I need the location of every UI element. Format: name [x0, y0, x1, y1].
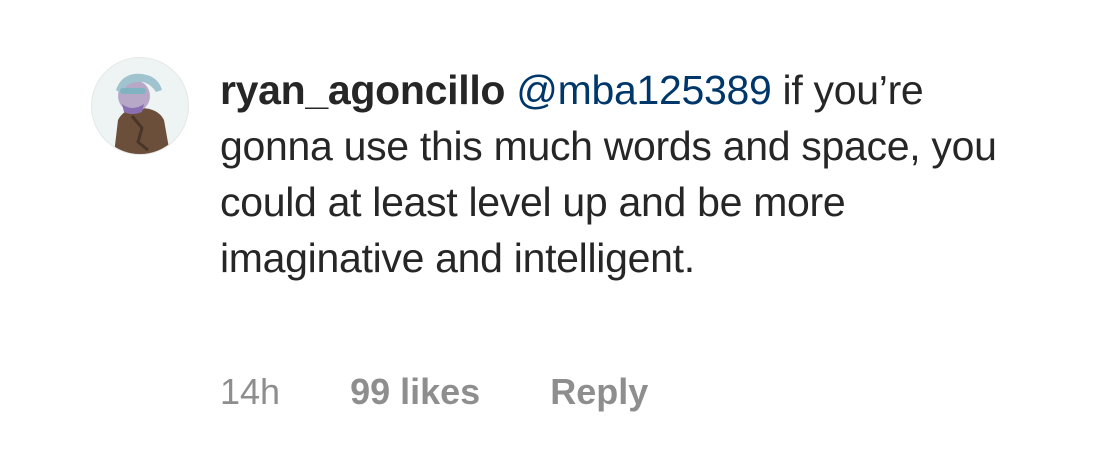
comment-time: 14h	[220, 371, 281, 412]
user-avatar[interactable]	[92, 58, 188, 154]
comment-meta: 14h 99 likes Reply	[220, 368, 648, 416]
comment-mention[interactable]: @mba125389	[516, 67, 772, 113]
comment-item: ryan_agoncillo @mba125389 if you’re gonn…	[0, 0, 1120, 454]
comment-username[interactable]: ryan_agoncillo	[220, 67, 505, 113]
reply-button[interactable]: Reply	[550, 371, 648, 413]
user-avatar-icon	[92, 58, 188, 154]
comment-text: ryan_agoncillo @mba125389 if you’re gonn…	[220, 62, 1000, 286]
comment-likes[interactable]: 99 likes	[350, 371, 480, 413]
